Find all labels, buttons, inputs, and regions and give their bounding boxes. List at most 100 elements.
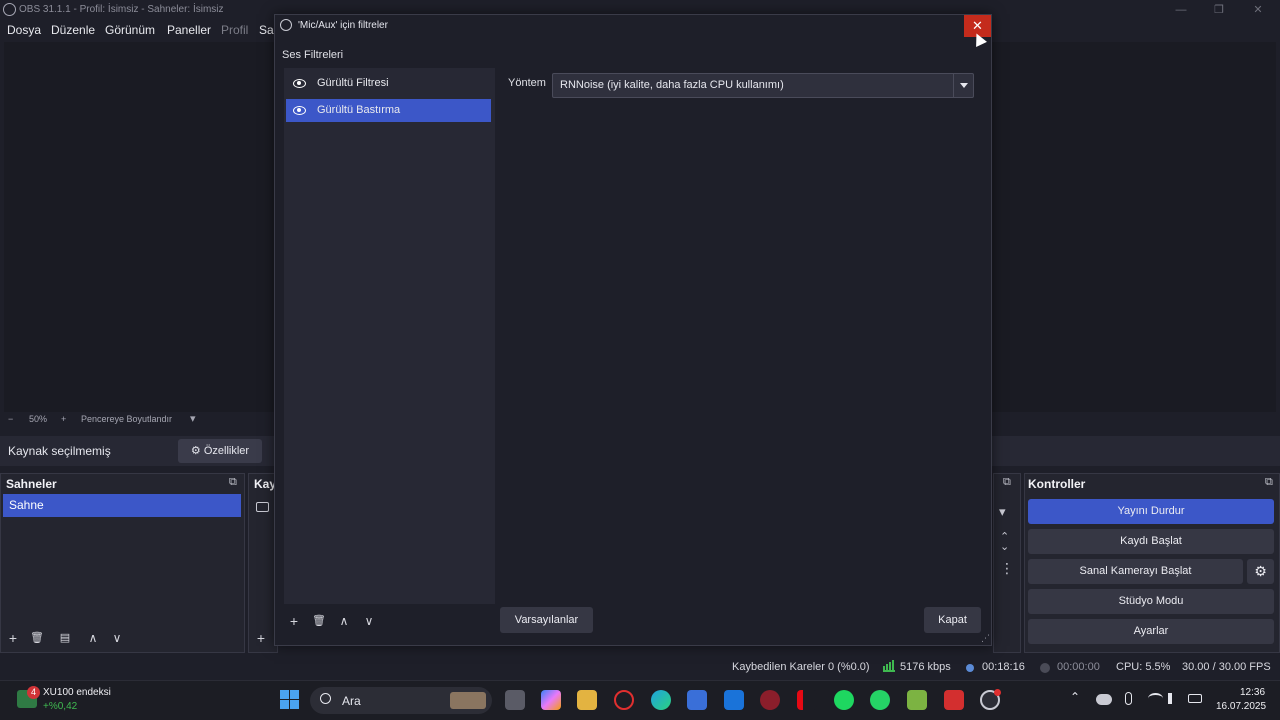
spotify-icon[interactable]: [834, 690, 854, 710]
zoom-out-button[interactable]: −: [8, 414, 13, 430]
gear-icon: ⚙: [190, 445, 201, 457]
properties-button[interactable]: ⚙ Özellikler: [178, 439, 262, 463]
method-value: RNNoise (iyi kalite, daha fazla CPU kull…: [560, 79, 784, 91]
taskbar-search[interactable]: Ara: [310, 687, 492, 714]
cpu-usage: CPU: 5.5%: [1116, 661, 1171, 673]
scene-item[interactable]: Sahne: [3, 494, 241, 517]
fit-window-label[interactable]: Pencereye Boyutlandır: [81, 414, 172, 430]
filter-item-noise-suppression[interactable]: Gürültü Bastırma: [286, 99, 491, 122]
clock-time[interactable]: 12:36: [1240, 687, 1265, 698]
close-button[interactable]: ✕: [1250, 2, 1266, 18]
defaults-button[interactable]: Varsayılanlar: [500, 607, 593, 633]
widget-badge: 4: [27, 686, 40, 699]
fps: 30.00 / 30.00 FPS: [1182, 661, 1271, 673]
add-source-icon[interactable]: +: [250, 628, 272, 648]
source-status: Kaynak seçilmemiş: [8, 444, 111, 458]
battery-icon[interactable]: [1188, 694, 1202, 703]
chevron-down-icon: [953, 74, 973, 97]
stream-indicator-icon: [966, 664, 974, 672]
task-view-icon[interactable]: [505, 690, 525, 710]
record-time: 00:00:00: [1057, 661, 1100, 673]
dialog-title: 'Mic/Aux' için filtreler: [298, 20, 388, 31]
app2-icon[interactable]: [907, 690, 927, 710]
clock-date[interactable]: 16.07.2025: [1216, 701, 1266, 712]
file-explorer-icon[interactable]: [577, 690, 597, 710]
mixer-down-icon[interactable]: ⌄: [1000, 540, 1009, 553]
scene-up-icon[interactable]: ∧: [82, 628, 104, 648]
menu-dosya[interactable]: Dosya: [7, 23, 41, 37]
minimize-button[interactable]: —: [1173, 2, 1189, 18]
bitrate: 5176 kbps: [900, 661, 951, 673]
move-filter-up-icon[interactable]: ∧: [333, 611, 355, 631]
copilot-icon[interactable]: [541, 690, 561, 710]
remove-scene-icon[interactable]: 🗑: [26, 628, 48, 648]
stock-value: +%0,42: [43, 701, 78, 712]
move-filter-down-icon[interactable]: ∨: [358, 611, 380, 631]
settings-button[interactable]: Ayarlar: [1028, 619, 1274, 644]
menu-profil[interactable]: Profil: [221, 23, 248, 37]
resize-grip-icon[interactable]: ⋰: [981, 633, 990, 644]
dropped-frames: Kaybedilen Kareler 0 (%0.0): [732, 661, 870, 673]
tray-chevron-icon[interactable]: ⌃: [1070, 690, 1080, 704]
volume-icon[interactable]: [1168, 693, 1178, 704]
stream-time: 00:18:16: [982, 661, 1025, 673]
mixer-menu-icon[interactable]: ⋮: [1000, 560, 1014, 577]
filter-label: Gürültü Bastırma: [317, 104, 401, 116]
app3-icon[interactable]: [944, 690, 964, 710]
menu-sahneler[interactable]: Sa: [259, 23, 274, 37]
menu-duzenle[interactable]: Düzenle: [51, 23, 95, 37]
whatsapp-icon[interactable]: [870, 690, 890, 710]
display-source-icon: [256, 502, 269, 512]
virtualcam-settings-icon[interactable]: ⚙: [1247, 559, 1274, 584]
obs-logo-icon: [3, 3, 16, 16]
remove-filter-icon[interactable]: 🗑: [308, 611, 330, 631]
scene-down-icon[interactable]: ∨: [106, 628, 128, 648]
mixer-dropdown-icon[interactable]: ▾: [999, 504, 1006, 520]
stock-title: XU100 endeksi: [43, 687, 111, 698]
record-indicator-icon: [1040, 663, 1050, 673]
microphone-icon[interactable]: [1125, 692, 1132, 705]
sources-title: Kay: [254, 477, 277, 491]
search-placeholder: Ara: [342, 694, 361, 708]
windows-start-icon[interactable]: [280, 690, 300, 710]
visibility-eye-icon[interactable]: [293, 106, 306, 115]
zoom-in-button[interactable]: +: [61, 414, 66, 430]
netflix-icon[interactable]: [797, 690, 817, 710]
filter-properties-panel: [497, 68, 982, 604]
store-icon[interactable]: [687, 690, 707, 710]
obs-live-badge-icon: [994, 689, 1001, 696]
controls-float-icon[interactable]: ⧉: [1265, 476, 1273, 489]
cloud-icon[interactable]: [1096, 694, 1112, 705]
taskbar: [0, 680, 1280, 720]
audio-filters-label: Ses Filtreleri: [282, 49, 344, 61]
scenes-float-icon[interactable]: ⧉: [229, 476, 237, 489]
menu-paneller[interactable]: Paneller: [167, 23, 211, 37]
fit-dropdown-icon[interactable]: ▾: [190, 412, 196, 428]
add-scene-icon[interactable]: +: [2, 628, 24, 648]
visibility-eye-icon[interactable]: [293, 79, 306, 88]
add-filter-icon[interactable]: +: [283, 611, 305, 631]
filter-item-noise-gate[interactable]: Gürültü Filtresi: [286, 72, 491, 95]
method-select[interactable]: RNNoise (iyi kalite, daha fazla CPU kull…: [552, 73, 974, 98]
edge-icon[interactable]: [651, 690, 671, 710]
outlook-icon[interactable]: [724, 690, 744, 710]
opera-icon[interactable]: [614, 690, 634, 710]
search-highlight-image: [450, 692, 486, 709]
scene-filter-icon[interactable]: ▤: [54, 628, 76, 648]
signal-bars-icon: [883, 660, 895, 672]
wifi-icon[interactable]: [1148, 693, 1163, 704]
mixer-float-icon[interactable]: ⧉: [1003, 476, 1011, 489]
properties-label: Özellikler: [203, 445, 250, 457]
maximize-button[interactable]: ❐: [1211, 2, 1227, 18]
filter-list: [284, 68, 495, 604]
close-dialog-button[interactable]: Kapat: [924, 607, 981, 633]
start-record-button[interactable]: Kaydı Başlat: [1028, 529, 1274, 554]
studio-mode-button[interactable]: Stüdyo Modu: [1028, 589, 1274, 614]
app-icon[interactable]: [760, 690, 780, 710]
search-icon: [320, 693, 331, 704]
menu-gorunum[interactable]: Görünüm: [105, 23, 155, 37]
start-virtualcam-button[interactable]: Sanal Kamerayı Başlat: [1028, 559, 1243, 584]
stop-stream-button[interactable]: Yayını Durdur: [1028, 499, 1274, 524]
window-title: OBS 31.1.1 - Profil: İsimsiz - Sahneler:…: [19, 4, 224, 15]
filter-label: Gürültü Filtresi: [317, 77, 389, 89]
